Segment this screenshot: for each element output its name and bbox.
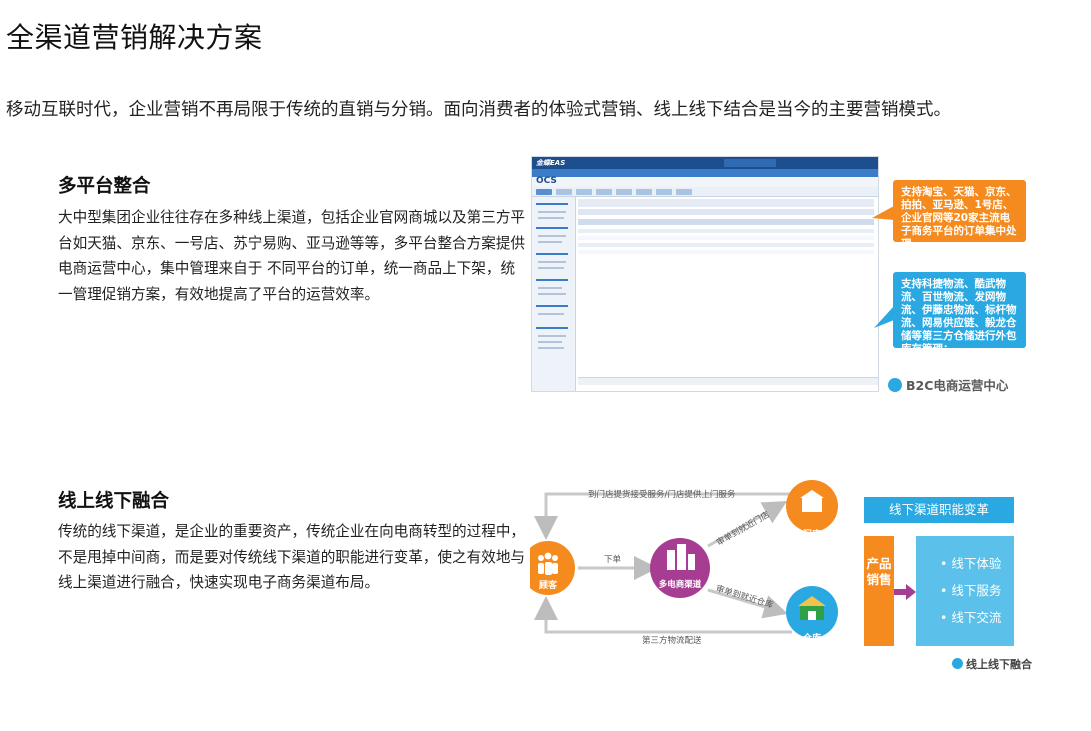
callout-platforms: 支持淘宝、天猫、京东、拍拍、亚马逊、1号店、企业官网等20家主流电子商务平台的订… (893, 180, 1026, 250)
panel-item: • 线下服务 (940, 583, 1002, 598)
panel-arrow-icon (894, 584, 916, 600)
store-label: 门店 (802, 530, 821, 540)
screenshot-brand: 金蝶EAS (536, 159, 566, 167)
screenshot-header (532, 177, 878, 187)
panel-item: • 线下交流 (940, 610, 1002, 625)
badge-logo-icon (888, 378, 902, 392)
screenshot-menubar (532, 187, 878, 197)
screenshot-search-box (724, 159, 776, 167)
o2o-badge: 线上线下融合 (952, 656, 1032, 672)
b2c-center-badge: B2C电商运营中心 (888, 375, 1008, 394)
intro-paragraph: 移动互联时代，企业营销不再局限于传统的直销与分销。面向消费者的体验式营销、线上线… (6, 100, 951, 120)
bottom-return-arrow (534, 596, 792, 634)
section-heading-o2o: 线上线下融合 (58, 491, 170, 512)
screenshot-module-name: OCS (536, 176, 557, 186)
top-arrow-label: 到门店提货接受服务/门店提供上门服务 (588, 490, 736, 500)
screenshot-sidebar (532, 197, 576, 391)
callout-logistics: 支持科捷物流、酷武物流、百世物流、发网物流、伊藤忠物流、标杆物流、网易供应链、毅… (893, 272, 1026, 355)
o2o-badge-label: 线上线下融合 (966, 658, 1032, 671)
section-heading-multi-platform: 多平台整合 (58, 176, 151, 197)
eas-screenshot: 金蝶EAS OCS (531, 156, 879, 392)
page-title: 全渠道营销解决方案 (6, 21, 263, 54)
bottom-arrow-label: 第三方物流配送 (642, 636, 702, 646)
screenshot-topbar (532, 157, 878, 169)
screenshot-navbar (532, 169, 878, 177)
o2o-flow-diagram (530, 480, 838, 638)
callout-pointer-blue (874, 306, 894, 328)
people-icon (538, 552, 558, 575)
panel-item: • 线下体验 (940, 556, 1002, 571)
order-label: 下单 (604, 555, 622, 565)
screenshot-statusbar (578, 377, 878, 385)
callout-pointer-orange (872, 206, 894, 220)
warehouse-label: 仓库 (802, 634, 821, 644)
screenshot-order-table (578, 199, 878, 373)
panel-title: 线下渠道职能变革 (864, 497, 1014, 523)
section-text-o2o: 传统的线下渠道，是企业的重要资产，传统企业在向电商转型的过程中，不是甩掉中间商，… (58, 523, 526, 591)
b2c-center-badge-label: B2C电商运营中心 (906, 378, 1009, 393)
section-text-multi-platform: 大中型集团企业往往存在多种线上渠道，包括企业官网商城以及第三方平台如天猫、京东、… (58, 209, 526, 303)
panel-side-label: 产品销售 (864, 536, 894, 646)
consumer-label: 顾客 (538, 581, 557, 591)
o2o-badge-icon (952, 658, 963, 669)
panel-list: • 线下体验 • 线下服务 • 线下交流 (916, 536, 1014, 646)
hub-label: 多电商渠道 (658, 580, 702, 590)
